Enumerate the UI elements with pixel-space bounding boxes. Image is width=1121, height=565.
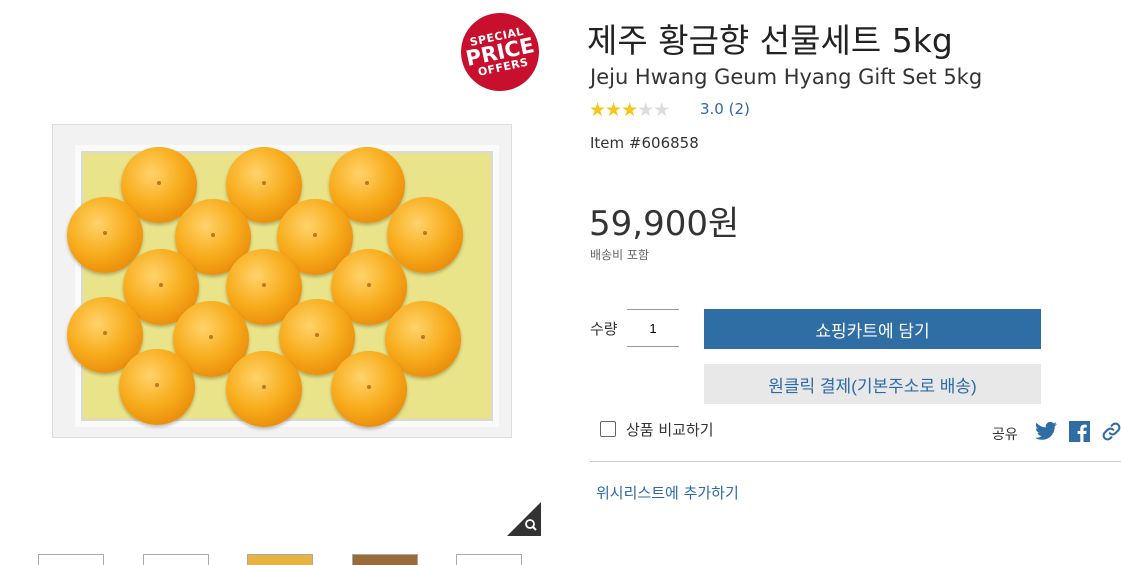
twitter-share-button[interactable] bbox=[1035, 421, 1057, 441]
star-icon: ★ bbox=[637, 99, 654, 121]
rating-value: 3.0 bbox=[700, 100, 724, 118]
thumbnail[interactable] bbox=[143, 554, 209, 565]
share-label: 공유 bbox=[992, 427, 1018, 443]
compare-label: 상품 비교하기 bbox=[626, 421, 714, 439]
thumbnail[interactable] bbox=[352, 554, 418, 565]
price: 59,900원 bbox=[589, 204, 740, 244]
facebook-icon bbox=[1069, 421, 1090, 442]
facebook-share-button[interactable] bbox=[1069, 421, 1090, 442]
fruit bbox=[331, 351, 407, 427]
review-count: (2) bbox=[728, 100, 750, 118]
quantity-input[interactable] bbox=[627, 309, 679, 347]
star-icon: ★ bbox=[653, 99, 670, 121]
add-to-wishlist-link[interactable]: 위시리스트에 추가하기 bbox=[596, 482, 739, 503]
thumbnail[interactable] bbox=[247, 554, 313, 565]
link-icon bbox=[1102, 422, 1121, 441]
fruit-tray bbox=[67, 145, 499, 427]
quantity-label: 수량 bbox=[590, 320, 618, 338]
twitter-icon bbox=[1035, 421, 1057, 440]
fruit bbox=[387, 197, 463, 273]
divider bbox=[590, 461, 1121, 462]
thumbnail[interactable] bbox=[456, 554, 522, 565]
product-title-korean: 제주 황금향 선물세트 5kg bbox=[587, 21, 953, 60]
shipping-note: 배송비 포함 bbox=[590, 248, 650, 262]
gift-box bbox=[52, 124, 512, 438]
fruit bbox=[119, 349, 195, 425]
star-icon: ★ bbox=[589, 99, 606, 121]
star-rating: ★★★★★ bbox=[589, 99, 670, 121]
zoom-button[interactable] bbox=[507, 502, 541, 536]
star-icon: ★ bbox=[621, 99, 638, 121]
star-icon: ★ bbox=[605, 99, 622, 121]
thumbnail[interactable] bbox=[38, 554, 104, 565]
special-price-badge: SPECIAL PRICE OFFERS bbox=[453, 5, 547, 99]
rating-link[interactable]: 3.0 (2) bbox=[700, 100, 750, 118]
add-to-cart-button[interactable]: 쇼핑카트에 담기 bbox=[704, 309, 1041, 349]
compare-checkbox[interactable] bbox=[600, 421, 616, 437]
one-click-pay-button[interactable]: 원클릭 결제(기본주소로 배송) bbox=[704, 364, 1041, 404]
copy-link-button[interactable] bbox=[1101, 421, 1121, 442]
product-title-english: Jeju Hwang Geum Hyang Gift Set 5kg bbox=[590, 65, 983, 89]
product-image[interactable] bbox=[52, 124, 512, 438]
magnifier-icon bbox=[507, 502, 541, 536]
item-number: Item #606858 bbox=[590, 134, 699, 152]
fruit bbox=[226, 351, 302, 427]
